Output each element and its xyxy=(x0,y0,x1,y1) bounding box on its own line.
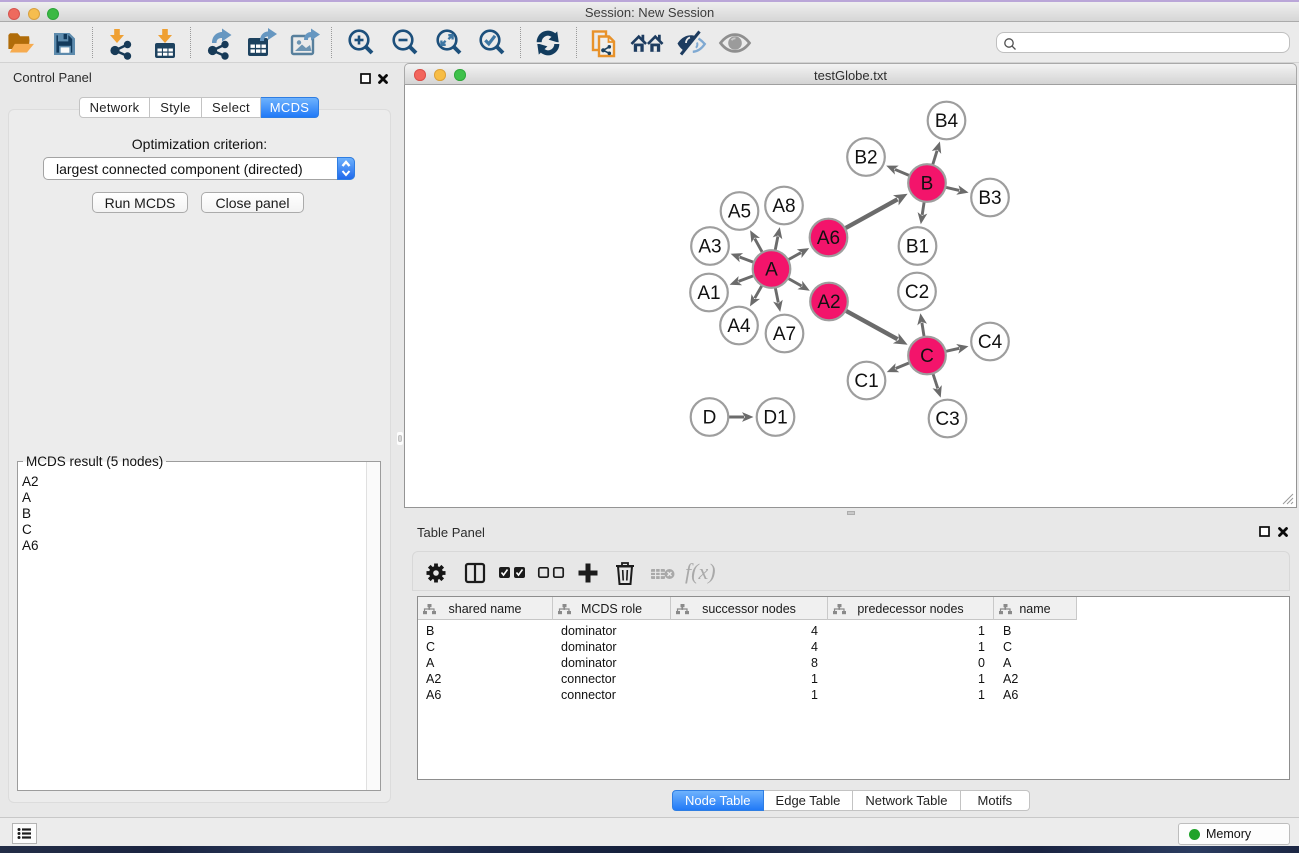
svg-text:A7: A7 xyxy=(773,324,796,345)
svg-text:A6: A6 xyxy=(817,228,840,249)
svg-text:B2: B2 xyxy=(854,148,877,169)
svg-text:B1: B1 xyxy=(906,237,929,258)
svg-text:D: D xyxy=(703,408,717,429)
svg-text:C4: C4 xyxy=(978,332,1003,353)
svg-text:C: C xyxy=(920,346,934,367)
svg-text:C1: C1 xyxy=(854,371,878,392)
svg-text:B3: B3 xyxy=(978,188,1001,209)
svg-text:C3: C3 xyxy=(935,409,959,430)
svg-text:A3: A3 xyxy=(698,237,721,258)
svg-text:D1: D1 xyxy=(763,408,787,429)
svg-text:A4: A4 xyxy=(727,316,751,337)
svg-text:A: A xyxy=(765,260,778,281)
svg-text:B: B xyxy=(921,174,934,195)
svg-text:A8: A8 xyxy=(772,196,795,217)
svg-text:B4: B4 xyxy=(935,111,959,132)
svg-text:A5: A5 xyxy=(728,202,751,223)
svg-text:A1: A1 xyxy=(697,283,720,304)
svg-text:A2: A2 xyxy=(817,292,840,313)
svg-text:C2: C2 xyxy=(905,282,929,303)
